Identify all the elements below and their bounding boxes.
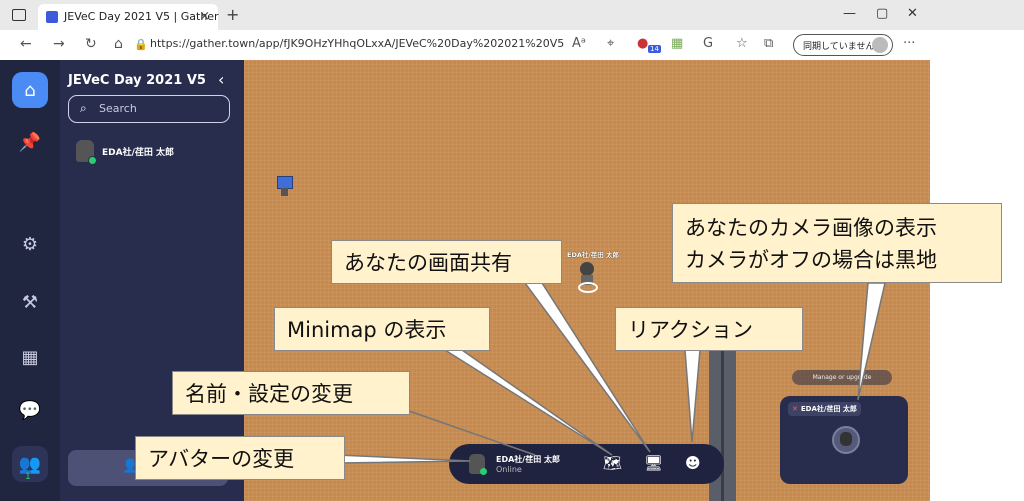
hammer-icon[interactable]: ⚒: [12, 284, 48, 320]
callout-settings: 名前・設定の変更: [172, 371, 410, 415]
search-placeholder: Search: [99, 102, 137, 115]
avatar-figure: [840, 432, 852, 446]
browser-tab[interactable]: JEVeC Day 2021 V5 | Gather ×: [38, 4, 219, 30]
gather-nav-rail: ⌂ 📌 ⚙ ⚒ ▦ 💬 👥 1: [0, 60, 60, 501]
profile-avatar-icon: [872, 37, 888, 53]
home-icon[interactable]: ⌂: [12, 72, 48, 108]
refresh-icon[interactable]: ↻: [85, 36, 97, 52]
favorites-icon[interactable]: ☆: [736, 36, 748, 51]
bottom-toolbar: EDA社/荏田 太郎 Online 🗺 🖥 ☻: [449, 444, 724, 484]
callout-reaction: リアクション: [615, 307, 803, 351]
callout-camera: あなたのカメラ画像の表示 カメラがオフの場合は黒地: [672, 203, 1002, 283]
participant-name: EDA社/荏田 太郎: [102, 148, 175, 158]
extension-badge: 14: [648, 45, 661, 53]
emoji-reaction-icon[interactable]: ☻: [685, 454, 701, 472]
pin-icon[interactable]: ⌖: [607, 36, 614, 51]
extension3-icon[interactable]: G: [703, 36, 713, 51]
back-icon[interactable]: ←: [20, 36, 32, 52]
forward-icon[interactable]: →: [53, 36, 65, 52]
callout-screen-share: あなたの画面共有: [331, 240, 562, 284]
tab-actions-icon[interactable]: [12, 9, 26, 21]
address-bar-row: ← → ↻ ⌂ 🔒 https://gather.town/app/fJK9OH…: [0, 30, 1024, 61]
callout-avatar: アバターの変更: [135, 436, 345, 480]
sync-label: 同期していません: [803, 42, 875, 52]
tab-title: JEVeC Day 2021 V5 | Gather: [64, 10, 219, 23]
more-menu-button[interactable]: ···: [903, 36, 915, 51]
screen-share-icon[interactable]: 🖥: [644, 454, 663, 472]
maximize-button[interactable]: ▢: [876, 6, 888, 21]
tab-close-button[interactable]: ×: [199, 9, 210, 24]
self-status: Online: [496, 465, 522, 474]
pin-icon[interactable]: 📌: [12, 124, 48, 160]
camera-tile[interactable]: ✕ EDA社/荏田 太郎: [780, 396, 908, 484]
search-input[interactable]: ⌕ Search: [68, 95, 230, 123]
online-status-icon: [480, 468, 487, 475]
participant-item[interactable]: EDA社/荏田 太郎: [76, 140, 236, 166]
new-tab-button[interactable]: +: [226, 5, 239, 24]
search-icon: ⌕: [80, 101, 87, 115]
mic-off-icon: ✕: [792, 405, 798, 413]
chat-icon[interactable]: 💬: [12, 392, 48, 428]
space-title: JEVeC Day 2021 V5: [68, 73, 206, 88]
monitor-stand: [281, 188, 288, 196]
minimap-icon[interactable]: 🗺: [603, 454, 622, 472]
close-window-button[interactable]: ✕: [907, 6, 918, 21]
self-name[interactable]: EDA社/荏田 太郎: [496, 454, 560, 465]
online-status-icon: [88, 156, 97, 165]
player-avatar[interactable]: [578, 262, 598, 293]
online-count: 1: [25, 472, 31, 482]
sync-button[interactable]: 同期していません: [793, 34, 893, 56]
extension-icon[interactable]: ●: [637, 36, 648, 51]
url-field[interactable]: https://gather.town/app/fJK9OHzYHhqOLxxA…: [150, 37, 564, 50]
callout-minimap: Minimap の表示: [274, 307, 490, 351]
map-player-label: EDA社/荏田 太郎: [567, 251, 620, 259]
calendar-icon[interactable]: ▦: [12, 339, 48, 375]
avatar-ring: [578, 282, 598, 293]
collections-icon[interactable]: ⧉: [764, 36, 773, 51]
gear-icon[interactable]: ⚙: [12, 226, 48, 262]
reader-icon[interactable]: Aᵃ: [572, 36, 586, 51]
monitor-object[interactable]: [277, 176, 293, 198]
browser-tab-bar: JEVeC Day 2021 V5 | Gather × + — ▢ ✕: [0, 0, 1024, 30]
home-icon[interactable]: ⌂: [114, 36, 123, 52]
avatar-head: [580, 262, 594, 276]
camera-avatar: [832, 426, 860, 454]
minimize-button[interactable]: —: [843, 6, 856, 21]
extension2-icon[interactable]: ▦: [671, 36, 683, 51]
upgrade-tooltip[interactable]: Manage or upgrade: [792, 370, 892, 385]
participants-panel: JEVeC Day 2021 V5 ‹ ⌕ Search EDA社/荏田 太郎 …: [60, 60, 244, 501]
gather-favicon-icon: [46, 11, 58, 23]
collapse-panel-icon[interactable]: ‹: [218, 70, 224, 89]
camera-label: ✕ EDA社/荏田 太郎: [788, 402, 861, 416]
lock-icon[interactable]: 🔒: [134, 38, 148, 51]
camera-name: EDA社/荏田 太郎: [800, 405, 857, 413]
